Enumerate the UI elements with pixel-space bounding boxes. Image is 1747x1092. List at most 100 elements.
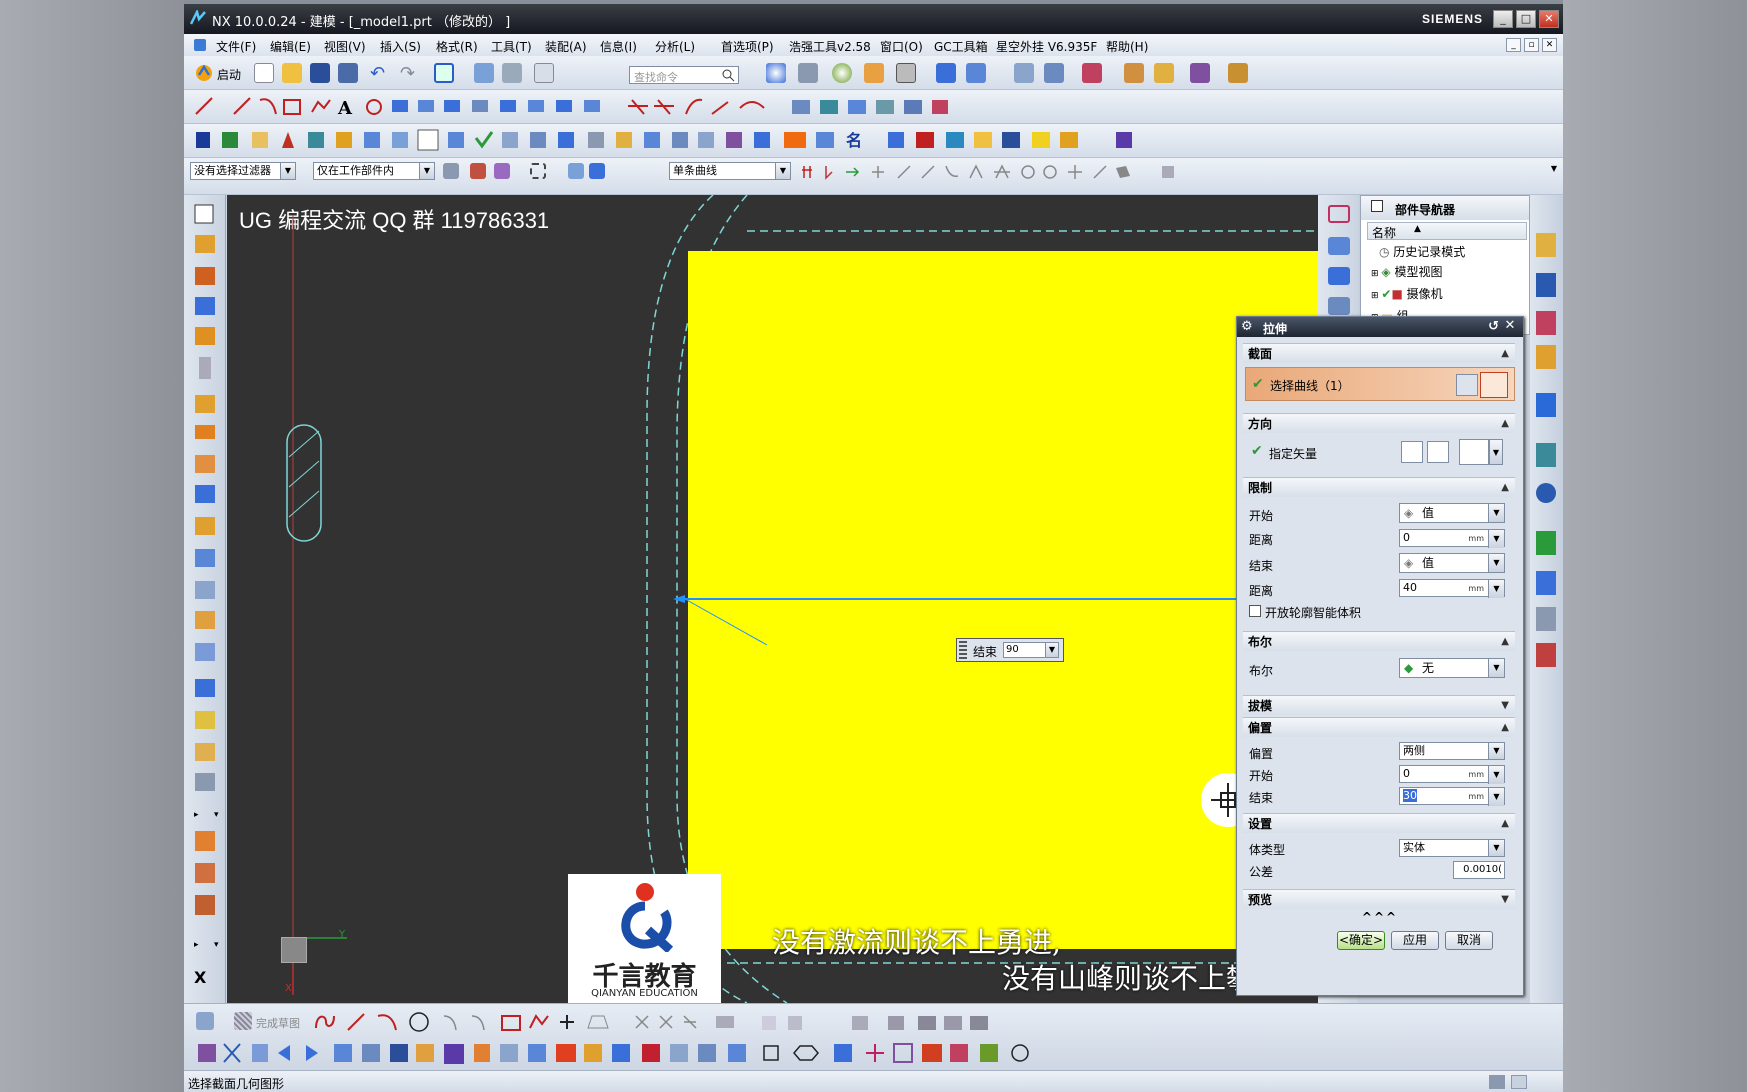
- shaded-sphere-icon[interactable]: [832, 63, 852, 83]
- command-finder-icon[interactable]: [534, 63, 554, 83]
- fit-view-icon[interactable]: [766, 63, 786, 83]
- body-select-icon[interactable]: [589, 163, 605, 179]
- chevron-down-icon[interactable]: ▼: [1488, 840, 1504, 856]
- nx-menu-icon[interactable]: [192, 37, 208, 53]
- menu-insert[interactable]: 插入(S): [380, 38, 421, 55]
- menu-view[interactable]: 视图(V): [324, 38, 366, 55]
- chevron-down-icon[interactable]: ▼: [1488, 659, 1504, 677]
- limits-group-header[interactable]: 限制 ▲: [1243, 477, 1515, 497]
- curve-select-icon[interactable]: [1480, 372, 1508, 398]
- limits-end-dropdown[interactable]: ◈ 值 ▼: [1399, 553, 1505, 573]
- sketch-icon[interactable]: [196, 1012, 214, 1030]
- preview-group-header[interactable]: 预览 ▼: [1243, 889, 1515, 909]
- feature-face-icon[interactable]: [1328, 297, 1350, 315]
- reverse-direction-icon[interactable]: [1401, 441, 1423, 463]
- section-group-header[interactable]: 截面 ▲: [1243, 343, 1515, 363]
- menu-preferences[interactable]: 首选项(P): [721, 38, 774, 55]
- close-button[interactable]: ✕: [1539, 10, 1559, 28]
- show-more-button[interactable]: ^^^: [1237, 910, 1523, 924]
- open-profile-checkbox[interactable]: [1249, 605, 1261, 617]
- finish-sketch-label[interactable]: 完成草图: [256, 1015, 300, 1031]
- reset-icon[interactable]: ↺: [1488, 319, 1499, 334]
- minimize-button[interactable]: _: [1493, 10, 1513, 28]
- curve-tool-icons[interactable]: A: [192, 94, 952, 120]
- chevron-up-icon[interactable]: ▲: [1501, 718, 1509, 738]
- sketch-section-icon[interactable]: [1456, 374, 1478, 396]
- offset-start-input[interactable]: 0 mm ▼: [1399, 765, 1505, 784]
- measure-icon[interactable]: [1228, 63, 1248, 83]
- selection-scope-dropdown[interactable]: 仅在工作部件内 ▼: [313, 162, 435, 180]
- menu-haoqiang-tools[interactable]: 浩强工具v2.58: [789, 38, 871, 55]
- draft-group-header[interactable]: 拔模 ▼: [1243, 695, 1515, 715]
- layout-icon[interactable]: [1014, 63, 1034, 83]
- boolean-group-header[interactable]: 布尔 ▲: [1243, 631, 1515, 651]
- start-icon[interactable]: [194, 63, 214, 83]
- onscreen-end-input[interactable]: 结束 90 ▼: [956, 638, 1064, 662]
- chevron-down-icon[interactable]: ▼: [419, 163, 434, 179]
- offset-group-header[interactable]: 偏置 ▲: [1243, 717, 1515, 737]
- tree-item-camera[interactable]: ⊞ ✔■ 摄像机: [1371, 284, 1465, 306]
- resource-bar-icons[interactable]: [1530, 195, 1563, 1003]
- chevron-down-icon[interactable]: ▼: [1488, 743, 1504, 759]
- general-selection-icon[interactable]: [443, 163, 459, 179]
- analysis-icon[interactable]: [1124, 63, 1144, 83]
- transform-icon[interactable]: [474, 63, 494, 83]
- chevron-down-icon[interactable]: ▼: [1488, 766, 1504, 784]
- menu-info[interactable]: 信息(I): [600, 38, 637, 55]
- start-distance-input[interactable]: 0 mm ▼: [1399, 529, 1505, 548]
- status-panel-icon[interactable]: [1511, 1075, 1527, 1089]
- finish-sketch-icon[interactable]: [234, 1012, 252, 1030]
- region-icon[interactable]: [1328, 267, 1350, 285]
- selection-filter-dropdown[interactable]: 没有选择过滤器 ▼: [190, 162, 296, 180]
- chevron-down-icon[interactable]: ▼: [1488, 580, 1504, 598]
- chevron-down-icon[interactable]: ▼: [1501, 890, 1509, 910]
- limits-start-dropdown[interactable]: ◈ 值 ▼: [1399, 503, 1505, 523]
- select-window-icon[interactable]: [434, 63, 454, 83]
- chevron-down-icon[interactable]: ▼: [775, 163, 790, 179]
- onscreen-end-dropdown-icon[interactable]: ▼: [1045, 642, 1059, 658]
- chevron-down-icon[interactable]: ▼: [1501, 696, 1509, 716]
- gear-icon[interactable]: ⚙: [1241, 319, 1253, 334]
- settings-group-header[interactable]: 设置 ▲: [1243, 813, 1515, 833]
- offset-end-input[interactable]: 30 mm ▼: [1399, 787, 1505, 806]
- tree-item-history[interactable]: ◷ 历史记录模式: [1371, 242, 1465, 262]
- panel-checkbox[interactable]: [1371, 200, 1383, 212]
- chevron-up-icon[interactable]: ▲: [1501, 344, 1509, 364]
- rect-select-icon[interactable]: [530, 163, 546, 179]
- doc-minimize-button[interactable]: _: [1506, 38, 1521, 52]
- chevron-down-icon[interactable]: ▼: [1488, 788, 1504, 806]
- grid-icon[interactable]: [1190, 63, 1210, 83]
- wcs-icon[interactable]: [1044, 63, 1064, 83]
- menu-tools[interactable]: 工具(T): [491, 38, 532, 55]
- plugin-tool-icons[interactable]: 名: [192, 128, 1252, 154]
- menu-window[interactable]: 窗口(O): [880, 38, 923, 55]
- render-style-icon[interactable]: [798, 63, 818, 83]
- name-column-header[interactable]: 名称 ▲: [1367, 222, 1527, 240]
- chevron-up-icon[interactable]: ▲: [1501, 478, 1509, 498]
- cancel-button[interactable]: 取消: [1445, 931, 1493, 950]
- boolean-dropdown[interactable]: ◆ 无 ▼: [1399, 658, 1505, 678]
- hand-icon[interactable]: [864, 63, 884, 83]
- graphics-viewport[interactable]: UG 编程交流 QQ 群 119786331 Y X 结束 90 ▼ 千言教育 …: [227, 195, 1318, 1003]
- curve-rule-dropdown[interactable]: 单条曲线 ▼: [669, 162, 791, 180]
- background-color-icon[interactable]: [896, 63, 916, 83]
- menu-analysis[interactable]: 分析(L): [655, 38, 695, 55]
- end-distance-input[interactable]: 40 mm ▼: [1399, 579, 1505, 598]
- open-folder-icon[interactable]: [282, 63, 302, 83]
- select-curve-row[interactable]: ✔ 选择曲线（1）: [1245, 367, 1515, 401]
- menu-xingkong-plugin[interactable]: 星空外挂 V6.935F: [996, 38, 1097, 55]
- drag-handle-icon[interactable]: [959, 641, 967, 659]
- doc-close-button[interactable]: ✕: [1542, 38, 1557, 52]
- view-orientation-icon[interactable]: [936, 63, 956, 83]
- save-as-icon[interactable]: [338, 63, 358, 83]
- expand-icon[interactable]: ⊞: [1371, 291, 1381, 301]
- undo-icon[interactable]: ↶: [370, 63, 390, 84]
- menu-gc-toolbox[interactable]: GC工具箱: [934, 38, 988, 55]
- tree-item-model-views[interactable]: ⊞ ◈ 模型视图: [1371, 262, 1465, 284]
- chevron-down-icon[interactable]: ▼: [280, 163, 295, 179]
- command-search-input[interactable]: 查找命令: [629, 66, 739, 84]
- selection-mode-icon[interactable]: [568, 163, 584, 179]
- feature-tool-icons-bottom[interactable]: [194, 1040, 1234, 1068]
- menu-edit[interactable]: 编辑(E): [270, 38, 311, 55]
- redo-icon[interactable]: ↷: [400, 63, 420, 84]
